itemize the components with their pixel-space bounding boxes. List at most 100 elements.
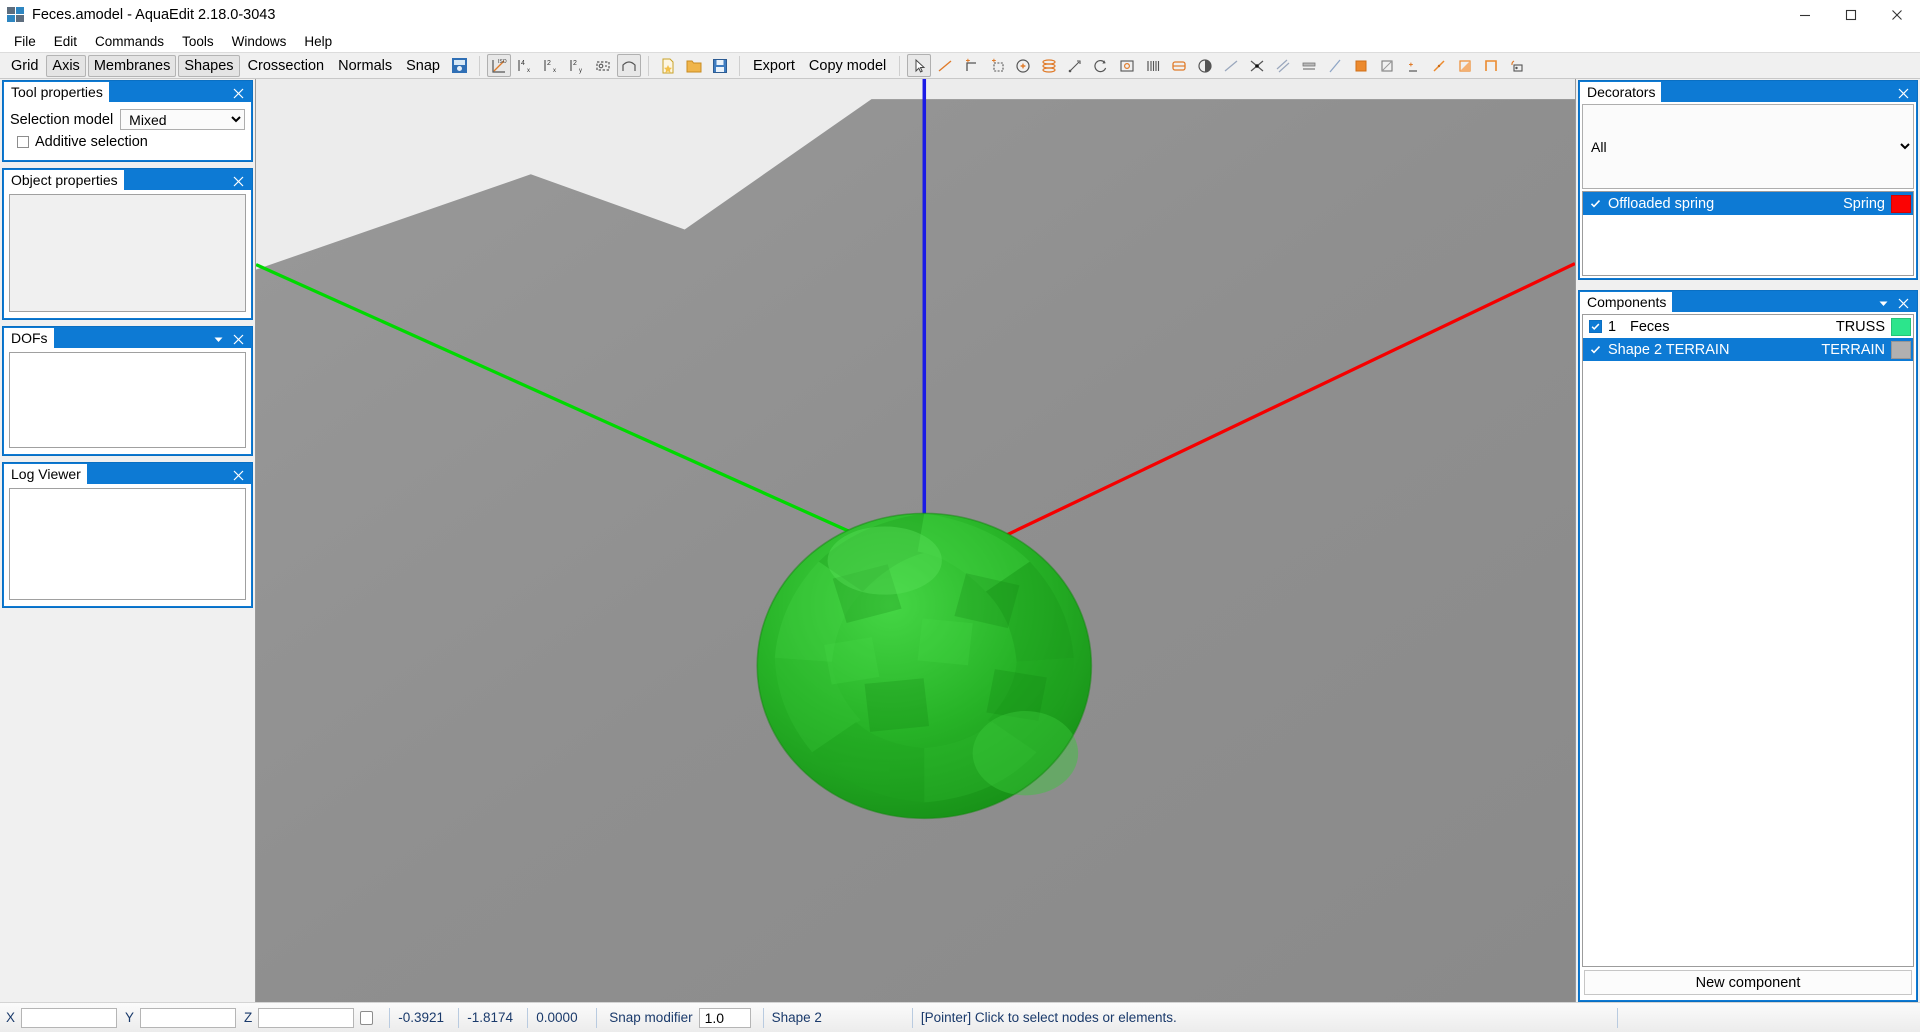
menu-item-help[interactable]: Help bbox=[295, 32, 341, 51]
log-viewer-list[interactable] bbox=[9, 488, 246, 600]
view-perspective-icon[interactable] bbox=[616, 54, 641, 77]
open-folder-icon[interactable] bbox=[682, 54, 706, 77]
panel-object-properties-close-icon[interactable] bbox=[233, 174, 244, 187]
line-segment-icon[interactable] bbox=[1219, 54, 1243, 77]
toolbar-toggle-snap[interactable]: Snap bbox=[399, 55, 447, 77]
toolbar-toggle-normals[interactable]: Normals bbox=[331, 55, 399, 77]
layers-icon[interactable] bbox=[1037, 54, 1061, 77]
panel-dofs-menu-icon[interactable] bbox=[213, 332, 224, 343]
decorator-row-offloaded-spring[interactable]: Offloaded spring Spring bbox=[1583, 192, 1913, 215]
menu-item-edit[interactable]: Edit bbox=[45, 32, 86, 51]
triangle-corner-icon[interactable] bbox=[1453, 54, 1477, 77]
view-iso-icon[interactable]: ISO bbox=[486, 54, 511, 77]
mesh-divide-icon[interactable] bbox=[1141, 54, 1165, 77]
application-window: Feces.amodel - AquaEdit 2.18.0-3043 File… bbox=[0, 0, 1920, 1032]
menu-item-file[interactable]: File bbox=[5, 32, 45, 51]
svg-text:y: y bbox=[579, 68, 582, 74]
maximize-button[interactable] bbox=[1828, 0, 1874, 30]
decorator-name: Offloaded spring bbox=[1608, 195, 1715, 212]
offset-icon[interactable] bbox=[1297, 54, 1321, 77]
draw-line-icon[interactable] bbox=[933, 54, 957, 77]
status-y-label: Y bbox=[125, 1010, 135, 1025]
panel-tool-properties-title: Tool properties bbox=[4, 82, 109, 102]
snap-modifier-input[interactable]: 1.0 bbox=[698, 1007, 751, 1028]
intersect-icon[interactable] bbox=[1245, 54, 1269, 77]
move-icon[interactable] bbox=[1063, 54, 1087, 77]
status-x-input[interactable] bbox=[21, 1007, 118, 1028]
decorators-filter-select[interactable]: All bbox=[1582, 104, 1914, 189]
component-visible-checkbox[interactable] bbox=[1589, 343, 1602, 356]
outline-square-icon[interactable] bbox=[1375, 54, 1399, 77]
panel-tool-properties-close-icon[interactable] bbox=[233, 86, 244, 99]
view-top-y-icon[interactable]: 2y bbox=[565, 54, 589, 77]
status-y-input[interactable] bbox=[140, 1007, 237, 1028]
square-corner-icon[interactable] bbox=[1479, 54, 1503, 77]
component-color-swatch[interactable] bbox=[1891, 317, 1911, 336]
component-index: 1 bbox=[1608, 318, 1617, 335]
panel-decorators-title: Decorators bbox=[1580, 82, 1662, 102]
half-circle-icon[interactable] bbox=[1193, 54, 1217, 77]
decorator-visible-checkbox[interactable] bbox=[1589, 197, 1602, 210]
panel-object-properties: Object properties bbox=[2, 168, 253, 320]
status-coord-3: 0.0000 bbox=[536, 1010, 578, 1025]
object-properties-list[interactable] bbox=[9, 194, 246, 312]
panel-components-close-icon[interactable] bbox=[1898, 296, 1909, 309]
status-bar: X Y Z -0.3921 -1.8174 0.0000 Snap modifi… bbox=[0, 1002, 1920, 1032]
panel-log-viewer-close-icon[interactable] bbox=[233, 468, 244, 481]
workspace: Tool properties Selection model Mixed Ad… bbox=[0, 79, 1920, 1002]
viewport-3d[interactable] bbox=[255, 79, 1576, 1002]
close-button[interactable] bbox=[1874, 0, 1920, 30]
toolbar-toggle-crossection[interactable]: Crossection bbox=[241, 55, 332, 77]
status-z-input[interactable] bbox=[258, 1007, 355, 1028]
menu-item-tools[interactable]: Tools bbox=[173, 32, 223, 51]
add-support-icon[interactable] bbox=[1011, 54, 1035, 77]
component-name: Shape 2 TERRAIN bbox=[1608, 341, 1730, 358]
minimize-button[interactable] bbox=[1782, 0, 1828, 30]
viewport-canvas[interactable] bbox=[256, 79, 1575, 1002]
dofs-list[interactable] bbox=[9, 352, 246, 448]
export-button[interactable]: Export bbox=[746, 55, 802, 77]
point-snap-icon[interactable] bbox=[1401, 54, 1425, 77]
status-x-label: X bbox=[6, 1010, 16, 1025]
toolbar-toggle-axis[interactable]: Axis bbox=[46, 54, 86, 77]
components-list[interactable]: 1 Feces TRUSS Shape 2 TERRAIN TERRAIN bbox=[1582, 314, 1914, 967]
measure-tag-icon[interactable] bbox=[1505, 54, 1529, 77]
rotate-icon[interactable] bbox=[1089, 54, 1113, 77]
add-element-icon[interactable] bbox=[985, 54, 1009, 77]
diagonal-line-icon[interactable] bbox=[1323, 54, 1347, 77]
extrude-icon[interactable] bbox=[1167, 54, 1191, 77]
save-icon[interactable] bbox=[708, 54, 732, 77]
zoom-extents-icon[interactable] bbox=[591, 54, 615, 77]
snap-settings-icon[interactable] bbox=[448, 54, 472, 77]
menu-item-commands[interactable]: Commands bbox=[86, 32, 173, 51]
parallel-lines-icon[interactable] bbox=[1271, 54, 1295, 77]
component-row-shape-2-terrain[interactable]: Shape 2 TERRAIN TERRAIN bbox=[1583, 338, 1913, 361]
status-lock-checkbox[interactable] bbox=[360, 1010, 374, 1025]
filled-square-icon[interactable] bbox=[1349, 54, 1373, 77]
menu-item-windows[interactable]: Windows bbox=[223, 32, 296, 51]
component-row-feces[interactable]: 1 Feces TRUSS bbox=[1583, 315, 1913, 338]
decorators-list[interactable]: Offloaded spring Spring bbox=[1582, 191, 1914, 276]
new-component-button[interactable]: New component bbox=[1584, 970, 1912, 995]
panel-decorators-close-icon[interactable] bbox=[1898, 86, 1909, 99]
toolbar-toggle-shapes[interactable]: Shapes bbox=[178, 54, 240, 77]
add-node-icon[interactable] bbox=[959, 54, 983, 77]
view-front-x-icon[interactable]: 4x bbox=[513, 54, 537, 77]
copy-model-button[interactable]: Copy model bbox=[802, 55, 893, 77]
decorator-color-swatch[interactable] bbox=[1891, 194, 1911, 213]
toolbar-toggle-membranes[interactable]: Membranes bbox=[87, 54, 177, 77]
pointer-select-icon[interactable] bbox=[907, 54, 932, 77]
midpoint-line-icon[interactable] bbox=[1427, 54, 1451, 77]
component-visible-checkbox[interactable] bbox=[1589, 320, 1602, 333]
additive-selection-row[interactable]: Additive selection bbox=[17, 134, 244, 150]
panel-dofs-close-icon[interactable] bbox=[233, 332, 244, 345]
additive-selection-checkbox[interactable] bbox=[17, 136, 29, 148]
scale-fit-icon[interactable] bbox=[1115, 54, 1139, 77]
selection-model-select[interactable]: Mixed bbox=[120, 109, 245, 130]
toolbar-toggle-grid[interactable]: Grid bbox=[4, 55, 45, 77]
panel-object-properties-title: Object properties bbox=[4, 170, 124, 190]
view-side-x-icon[interactable]: 2x bbox=[539, 54, 563, 77]
component-color-swatch[interactable] bbox=[1891, 340, 1911, 359]
new-file-icon[interactable] bbox=[656, 54, 680, 77]
panel-components-menu-icon[interactable] bbox=[1878, 296, 1889, 307]
